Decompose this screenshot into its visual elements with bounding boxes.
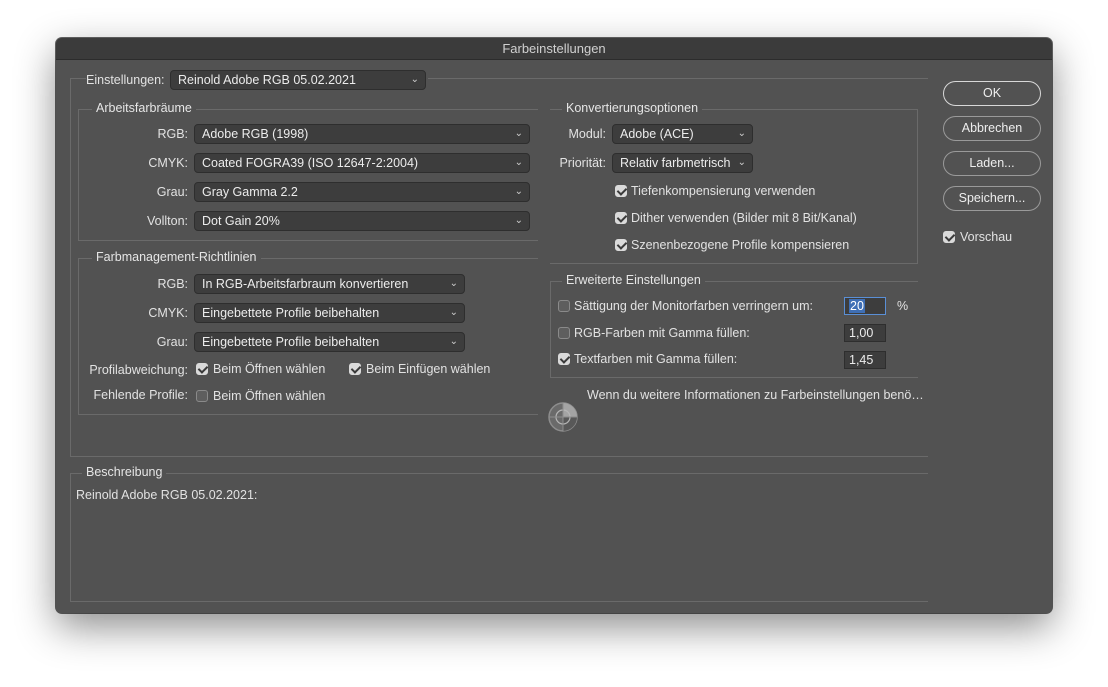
- settings-frame-line: [70, 78, 86, 79]
- policy-cmyk-select[interactable]: Eingebettete Profile beibehalten ⌄: [194, 303, 465, 323]
- policy-rgb-select[interactable]: In RGB-Arbeitsfarbraum konvertieren ⌄: [194, 274, 465, 294]
- policy-rgb-value: In RGB-Arbeitsfarbraum konvertieren: [202, 277, 409, 291]
- missing-open-checkbox[interactable]: [196, 390, 208, 402]
- mismatch-paste-label[interactable]: Beim Einfügen wählen: [366, 362, 490, 376]
- policy-gray-select[interactable]: Eingebettete Profile beibehalten ⌄: [194, 332, 465, 352]
- intent-value: Relativ farbmetrisch: [620, 156, 731, 170]
- preview-label[interactable]: Vorschau: [960, 230, 1012, 244]
- dither-checkbox[interactable]: [615, 212, 627, 224]
- bpc-label[interactable]: Tiefenkompensierung verwenden: [631, 184, 815, 198]
- desaturate-field[interactable]: 20: [844, 297, 886, 315]
- info-text: Wenn du weitere Informationen zu Farbein…: [587, 388, 924, 402]
- settings-frame-line: [70, 78, 71, 456]
- description-frame: [70, 473, 71, 601]
- dither-label[interactable]: Dither verwenden (Bilder mit 8 Bit/Kanal…: [631, 211, 857, 225]
- ws-spot-value: Dot Gain 20%: [202, 214, 280, 228]
- ok-button[interactable]: OK: [943, 81, 1041, 106]
- engine-value: Adobe (ACE): [620, 127, 694, 141]
- ws-rgb-value: Adobe RGB (1998): [202, 127, 309, 141]
- chevron-down-icon: ⌄: [514, 215, 523, 226]
- preview-checkbox[interactable]: [943, 231, 955, 243]
- ws-spot-label: Vollton:: [146, 214, 188, 228]
- desaturate-label[interactable]: Sättigung der Monitorfarben verringern u…: [574, 299, 813, 313]
- desaturate-checkbox[interactable]: [558, 300, 570, 312]
- missing-open-label[interactable]: Beim Öffnen wählen: [213, 389, 325, 403]
- working-spaces-frame: [78, 109, 79, 240]
- settings-frame-line: [428, 78, 928, 79]
- scene-referred-label[interactable]: Szenenbezogene Profile kompensieren: [631, 238, 849, 252]
- advanced-frame: [550, 377, 918, 378]
- policy-cmyk-label: CMYK:: [148, 306, 188, 320]
- ws-cmyk-value: Coated FOGRA39 (ISO 12647-2:2004): [202, 156, 419, 170]
- load-button[interactable]: Laden...: [943, 151, 1041, 176]
- mismatch-open-checkbox[interactable]: [196, 363, 208, 375]
- bpc-checkbox[interactable]: [615, 185, 627, 197]
- settings-frame-line: [70, 456, 928, 457]
- policy-rgb-label: RGB:: [157, 277, 188, 291]
- working-spaces-title: Arbeitsfarbräume: [92, 101, 196, 115]
- policy-gray-label: Grau:: [156, 335, 188, 349]
- chevron-down-icon: ⌄: [514, 186, 523, 197]
- ws-cmyk-select[interactable]: Coated FOGRA39 (ISO 12647-2:2004) ⌄: [194, 153, 530, 173]
- description-frame: [70, 473, 928, 474]
- ws-gray-value: Gray Gamma 2.2: [202, 185, 298, 199]
- engine-label: Modul:: [568, 127, 606, 141]
- chevron-down-icon: ⌄: [514, 128, 523, 139]
- text-gamma-label[interactable]: Textfarben mit Gamma füllen:: [574, 352, 737, 366]
- description-text: Reinold Adobe RGB 05.02.2021:: [76, 488, 258, 502]
- save-button[interactable]: Speichern...: [943, 186, 1041, 211]
- settings-select[interactable]: Reinold Adobe RGB 05.02.2021 ⌄: [170, 70, 426, 90]
- text-gamma-field[interactable]: 1,45: [844, 351, 886, 369]
- desaturate-value: 20: [849, 299, 865, 313]
- ws-spot-select[interactable]: Dot Gain 20% ⌄: [194, 211, 530, 231]
- policies-title: Farbmanagement-Richtlinien: [92, 250, 261, 264]
- missing-label: Fehlende Profile:: [93, 388, 188, 402]
- chevron-down-icon: ⌄: [449, 278, 458, 289]
- chevron-down-icon: ⌄: [737, 157, 746, 168]
- ws-rgb-label: RGB:: [157, 127, 188, 141]
- cancel-button[interactable]: Abbrechen: [943, 116, 1041, 141]
- policy-cmyk-value: Eingebettete Profile beibehalten: [202, 306, 380, 320]
- chevron-down-icon: ⌄: [449, 307, 458, 318]
- ws-gray-label: Grau:: [156, 185, 188, 199]
- engine-select[interactable]: Adobe (ACE) ⌄: [612, 124, 753, 144]
- ws-rgb-select[interactable]: Adobe RGB (1998) ⌄: [194, 124, 530, 144]
- ws-cmyk-label: CMYK:: [148, 156, 188, 170]
- conversion-frame: [917, 109, 918, 263]
- color-wheel-icon: [547, 401, 579, 433]
- advanced-frame: [550, 281, 551, 377]
- conversion-title: Konvertierungsoptionen: [562, 101, 703, 115]
- chevron-down-icon: ⌄: [410, 74, 419, 85]
- policies-frame: [78, 414, 538, 415]
- chevron-down-icon: ⌄: [737, 128, 746, 139]
- settings-value: Reinold Adobe RGB 05.02.2021: [178, 73, 356, 87]
- policy-gray-value: Eingebettete Profile beibehalten: [202, 335, 380, 349]
- mismatch-label: Profilabweichung:: [89, 363, 188, 377]
- settings-label: Einstellungen:: [86, 73, 165, 87]
- chevron-down-icon: ⌄: [514, 157, 523, 168]
- color-settings-dialog: Farbeinstellungen Einstellungen: Reinold…: [56, 38, 1052, 613]
- conversion-frame: [550, 263, 918, 264]
- intent-label: Priorität:: [559, 156, 606, 170]
- working-spaces-frame: [78, 240, 538, 241]
- ws-gray-select[interactable]: Gray Gamma 2.2 ⌄: [194, 182, 530, 202]
- description-frame: [70, 601, 928, 602]
- description-title: Beschreibung: [82, 465, 167, 479]
- text-gamma-checkbox[interactable]: [558, 353, 570, 365]
- mismatch-open-label[interactable]: Beim Öffnen wählen: [213, 362, 325, 376]
- rgb-gamma-label[interactable]: RGB-Farben mit Gamma füllen:: [574, 326, 750, 340]
- advanced-title: Erweiterte Einstellungen: [562, 273, 705, 287]
- desaturate-unit: %: [897, 299, 909, 313]
- mismatch-paste-checkbox[interactable]: [349, 363, 361, 375]
- intent-select[interactable]: Relativ farbmetrisch ⌄: [612, 153, 753, 173]
- chevron-down-icon: ⌄: [449, 336, 458, 347]
- rgb-gamma-checkbox[interactable]: [558, 327, 570, 339]
- scene-referred-checkbox[interactable]: [615, 239, 627, 251]
- dialog-title: Farbeinstellungen: [56, 38, 1052, 60]
- rgb-gamma-field[interactable]: 1,00: [844, 324, 886, 342]
